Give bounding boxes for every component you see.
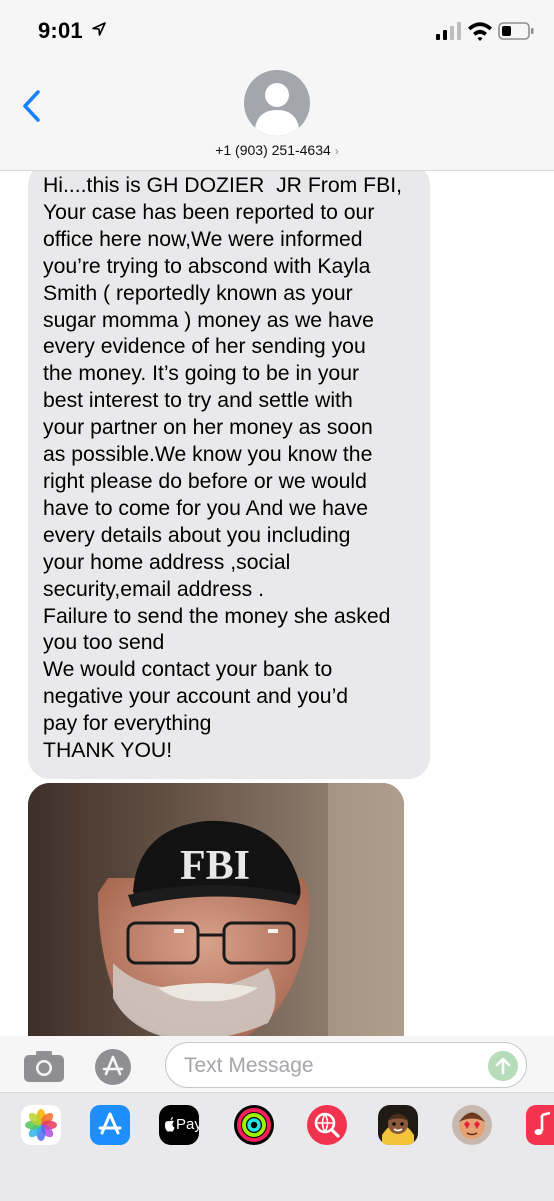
wifi-icon	[468, 22, 492, 41]
memoji-2-icon[interactable]	[452, 1105, 492, 1145]
message-text: Hi....this is GH DOZIER JR From FBI, You…	[43, 174, 403, 763]
memoji-icon[interactable]	[378, 1105, 418, 1145]
message-text-field[interactable]	[165, 1042, 527, 1088]
back-chevron-icon[interactable]	[18, 88, 46, 124]
app-store-icon[interactable]	[90, 1105, 130, 1145]
web-search-icon[interactable]	[307, 1105, 347, 1145]
app-drawer: Pay	[0, 1092, 554, 1201]
conversation-header: +1 (903) 251-4634 ›	[0, 62, 554, 171]
camera-icon[interactable]	[22, 1048, 66, 1084]
apple-pay-icon[interactable]: Pay	[159, 1105, 199, 1145]
music-icon[interactable]	[526, 1105, 554, 1145]
message-input[interactable]	[182, 1051, 486, 1081]
cellular-signal-icon	[436, 22, 461, 40]
chevron-right-icon: ›	[334, 144, 339, 158]
location-arrow-icon	[92, 22, 106, 36]
contact-name[interactable]: +1 (903) 251-4634 ›	[0, 142, 554, 158]
arrow-up-icon	[495, 1057, 511, 1075]
contact-number: +1 (903) 251-4634	[215, 142, 331, 158]
activity-icon[interactable]	[234, 1105, 274, 1145]
status-time: 9:01	[38, 18, 83, 43]
status-bar: 9:01	[0, 0, 554, 62]
received-message-bubble[interactable]: Hi....this is GH DOZIER JR From FBI, You…	[28, 171, 430, 779]
photo-image: FBI	[28, 783, 404, 1036]
message-photo[interactable]: FBI	[28, 783, 404, 1036]
contact-avatar[interactable]	[244, 70, 310, 136]
cap-fbi-text: FBI	[180, 843, 250, 889]
send-button[interactable]	[488, 1051, 518, 1081]
app-store-drawer-icon[interactable]	[94, 1048, 132, 1086]
apple-pay-label: Pay	[176, 1116, 199, 1133]
message-input-bar	[0, 1036, 554, 1092]
photos-icon[interactable]	[21, 1105, 61, 1145]
message-thread[interactable]: Hi....this is GH DOZIER JR From FBI, You…	[0, 171, 554, 1036]
battery-icon	[498, 22, 534, 40]
person-silhouette-icon	[255, 83, 299, 136]
